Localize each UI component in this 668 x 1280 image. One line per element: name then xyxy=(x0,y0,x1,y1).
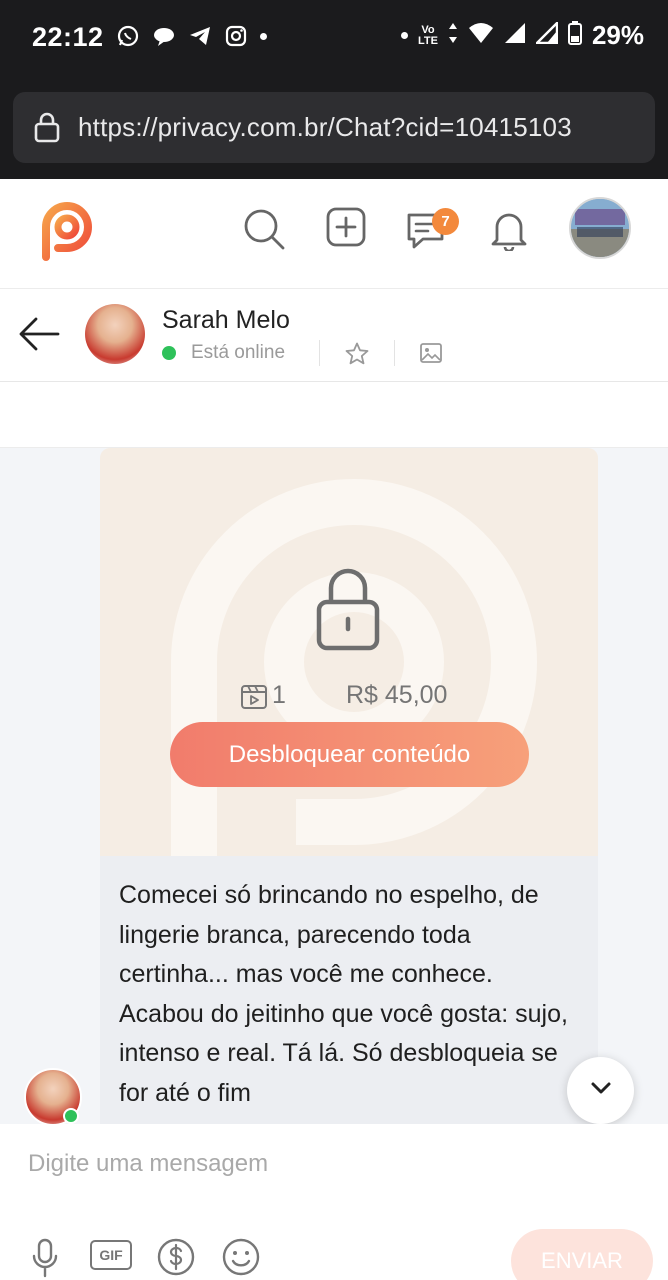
contact-name[interactable]: Sarah Melo xyxy=(162,306,290,335)
chat-bubble-icon xyxy=(152,24,176,48)
whatsapp-icon xyxy=(116,24,140,48)
content-price: R$ 45,00 xyxy=(346,681,448,709)
search-icon[interactable] xyxy=(242,207,286,256)
battery-percent: 29% xyxy=(591,20,644,50)
add-post-icon[interactable] xyxy=(326,207,366,252)
divider xyxy=(394,340,395,366)
image-gallery-icon[interactable] xyxy=(420,343,442,368)
battery-icon xyxy=(567,21,582,50)
tip-dollar-icon[interactable] xyxy=(157,1238,195,1280)
chat-header: Sarah Melo Está online xyxy=(0,290,668,382)
divider xyxy=(319,340,320,366)
notification-icons xyxy=(116,24,267,48)
message-text: Comecei só brincando no espelho, de ling… xyxy=(119,881,568,1107)
address-bar[interactable]: https://privacy.com.br/Chat?cid=10415103 xyxy=(13,92,655,163)
back-arrow-icon[interactable] xyxy=(18,314,60,359)
instagram-icon xyxy=(224,24,248,48)
emoji-icon[interactable] xyxy=(222,1238,260,1280)
volte-indicator: Vo LTE xyxy=(417,23,438,47)
more-notifications-dot xyxy=(260,32,267,40)
indicator-dot xyxy=(400,32,408,39)
scroll-to-bottom-button[interactable] xyxy=(567,1057,634,1124)
video-media-icon xyxy=(240,684,268,715)
send-button[interactable]: ENVIAR xyxy=(511,1229,653,1280)
locked-content-card: 1 R$ 45,00 Desbloquear conteúdo xyxy=(100,448,598,856)
message-bubble: Comecei só brincando no espelho, de ling… xyxy=(100,856,598,1124)
bell-icon[interactable] xyxy=(490,209,528,256)
browser-toolbar: https://privacy.com.br/Chat?cid=10415103 xyxy=(0,78,668,179)
chevron-down-icon xyxy=(590,1081,612,1100)
wifi-icon xyxy=(468,22,494,49)
sender-online-indicator xyxy=(63,1108,79,1124)
gif-label: GIF xyxy=(99,1247,123,1263)
unlock-content-button[interactable]: Desbloquear conteúdo xyxy=(170,722,529,787)
telegram-icon xyxy=(188,24,212,48)
chat-messages[interactable]: 1 R$ 45,00 Desbloquear conteúdo Comecei … xyxy=(0,448,668,1124)
messages-badge: 7 xyxy=(432,208,459,235)
message-composer: GIF ENVIAR xyxy=(0,1124,668,1280)
signal-icon-2 xyxy=(534,20,559,49)
system-icons: Vo LTE 29% xyxy=(400,20,644,51)
clock: 22:12 xyxy=(32,22,104,52)
privacy-logo-icon[interactable] xyxy=(38,199,96,266)
microphone-icon[interactable] xyxy=(32,1238,58,1280)
privacy-watermark-icon xyxy=(156,462,546,856)
online-status: Está online xyxy=(191,342,286,363)
signal-icon xyxy=(504,22,526,49)
media-count: 1 xyxy=(272,681,286,709)
lock-icon xyxy=(315,568,381,657)
contact-avatar[interactable] xyxy=(85,304,145,364)
star-icon[interactable] xyxy=(345,342,369,370)
chat-header-spacer xyxy=(0,382,668,448)
data-arrows-icon xyxy=(448,22,458,49)
online-indicator xyxy=(162,346,176,360)
app-header: 7 xyxy=(0,179,668,289)
gif-button[interactable]: GIF xyxy=(90,1240,132,1270)
lock-icon[interactable] xyxy=(33,111,61,148)
profile-avatar[interactable] xyxy=(569,197,631,259)
url-text[interactable]: https://privacy.com.br/Chat?cid=10415103 xyxy=(78,112,572,143)
message-input[interactable] xyxy=(0,1124,668,1204)
status-bar: 22:12 Vo LTE 29% xyxy=(0,0,668,78)
